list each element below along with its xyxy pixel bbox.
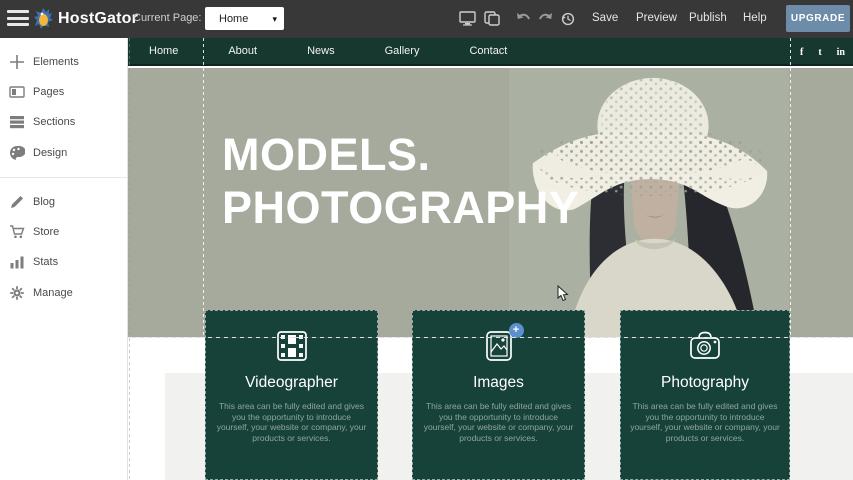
app-window: HostGator Current Page: Home ▾ Save Prev…	[0, 0, 853, 480]
hero-title-line1: MODELS.	[222, 128, 579, 181]
card-title: Photography	[621, 374, 789, 392]
facebook-icon[interactable]: f	[800, 47, 803, 58]
add-image-plus-badge[interactable]: +	[509, 323, 524, 338]
gear-icon	[9, 285, 25, 301]
sidebar-item-label: Store	[33, 226, 59, 238]
sidebar-item-elements[interactable]: Elements	[0, 50, 128, 74]
film-icon	[273, 328, 311, 364]
page-dropdown[interactable]: Home ▾	[205, 7, 284, 30]
hero-section[interactable]: MODELS. PHOTOGRAPHY	[128, 68, 853, 337]
linkedin-icon[interactable]: in	[837, 47, 845, 58]
sidebar-item-pages[interactable]: Pages	[0, 80, 128, 104]
desktop-preview-icon[interactable]	[459, 11, 476, 26]
content-left-guide	[203, 38, 204, 337]
mouse-cursor	[557, 285, 569, 302]
card-images[interactable]: + Images This area can be fully edited a…	[412, 310, 585, 480]
history-icon[interactable]	[559, 11, 576, 26]
pages-icon	[9, 84, 25, 100]
nav-item-contact[interactable]: Contact	[469, 45, 507, 57]
sidebar-item-design[interactable]: Design	[0, 141, 128, 165]
nav-item-about[interactable]: About	[228, 45, 257, 57]
chevron-down-icon: ▾	[272, 14, 277, 25]
site-nav-bar: Home About News Gallery Contact f t in	[128, 38, 853, 66]
sidebar-item-stats[interactable]: Stats	[0, 250, 128, 274]
gator-mascot-icon	[33, 7, 54, 30]
social-links: f t in	[800, 38, 845, 66]
page-edge-guide	[129, 38, 130, 480]
card-body: This area can be fully edited and gives …	[630, 401, 780, 443]
builder-topbar: HostGator Current Page: Home ▾ Save Prev…	[0, 0, 853, 38]
sidebar-item-label: Blog	[33, 196, 55, 208]
sidebar-item-label: Pages	[33, 86, 64, 98]
sidebar-item-label: Elements	[33, 56, 79, 68]
publish-button[interactable]: Publish	[689, 12, 727, 24]
site-canvas: Home About News Gallery Contact f t in	[128, 38, 853, 480]
sidebar-item-blog[interactable]: Blog	[0, 190, 128, 214]
sidebar-divider	[0, 177, 128, 178]
sidebar-item-manage[interactable]: Manage	[0, 281, 128, 305]
plus-icon	[9, 54, 25, 70]
site-nav-menu: Home About News Gallery Contact	[128, 45, 507, 57]
palette-icon	[9, 145, 25, 161]
card-body: This area can be fully edited and gives …	[424, 401, 574, 443]
sections-icon	[9, 114, 25, 130]
sidebar-item-label: Design	[33, 147, 67, 159]
section-boundary-guide	[128, 337, 853, 338]
hero-title-line2: PHOTOGRAPHY	[222, 181, 579, 234]
card-photography[interactable]: Photography This area can be fully edite…	[620, 310, 790, 480]
sidebar-item-sections[interactable]: Sections	[0, 110, 128, 134]
preview-button[interactable]: Preview	[636, 12, 677, 24]
hero-title[interactable]: MODELS. PHOTOGRAPHY	[222, 128, 579, 234]
brand-name: HostGator	[58, 10, 138, 28]
sidebar-item-label: Sections	[33, 116, 75, 128]
nav-item-home[interactable]: Home	[149, 45, 178, 57]
page-dropdown-value: Home	[219, 13, 248, 25]
pencil-icon	[9, 194, 25, 210]
image-plus-icon: +	[480, 328, 518, 364]
sidebar-item-store[interactable]: Store	[0, 220, 128, 244]
undo-icon[interactable]	[515, 11, 532, 26]
hostgator-logo: HostGator	[33, 7, 138, 30]
mobile-preview-icon[interactable]	[483, 11, 500, 26]
save-button[interactable]: Save	[592, 12, 618, 24]
card-body: This area can be fully edited and gives …	[217, 401, 367, 443]
builder-sidebar: Elements Pages Sections Design Blog	[0, 38, 128, 480]
upgrade-button[interactable]: UPGRADE	[786, 5, 850, 32]
card-title: Images	[413, 374, 584, 392]
twitter-icon[interactable]: t	[818, 47, 821, 58]
card-title: Videographer	[206, 374, 377, 392]
redo-icon[interactable]	[537, 11, 554, 26]
content-right-guide	[790, 38, 791, 337]
nav-item-gallery[interactable]: Gallery	[385, 45, 420, 57]
bar-chart-icon	[9, 254, 25, 270]
sidebar-item-label: Stats	[33, 256, 58, 268]
cart-icon	[9, 224, 25, 240]
hamburger-menu-icon[interactable]	[7, 10, 29, 26]
help-button[interactable]: Help	[743, 12, 767, 24]
sidebar-item-label: Manage	[33, 287, 73, 299]
card-videographer[interactable]: Videographer This area can be fully edit…	[205, 310, 378, 480]
camera-icon	[686, 328, 724, 364]
current-page-label: Current Page:	[133, 12, 201, 24]
nav-item-news[interactable]: News	[307, 45, 335, 57]
